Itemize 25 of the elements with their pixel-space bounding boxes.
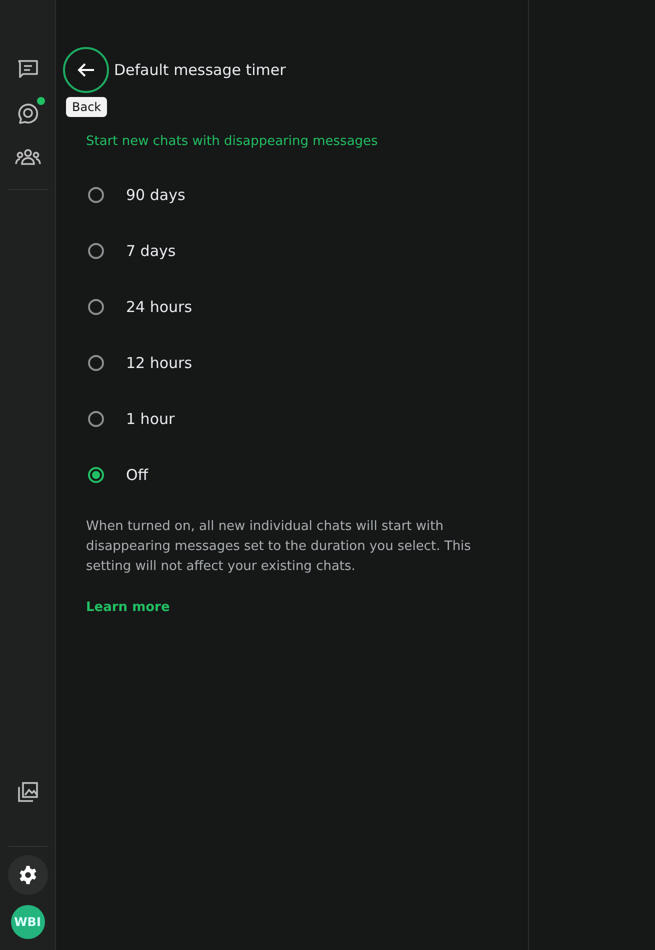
description-text: When turned on, all new individual chats will start with disappearing messages set to the duration you select. This setting will not affect your existing chats. <box>86 518 472 576</box>
back-button[interactable] <box>63 47 109 93</box>
radio-button[interactable] <box>88 187 104 203</box>
page-title: Default message timer <box>114 61 286 79</box>
radio-button[interactable] <box>88 467 104 483</box>
learn-more-link[interactable]: Learn more <box>86 600 170 615</box>
back-arrow-icon <box>77 62 95 78</box>
radio-button[interactable] <box>88 411 104 427</box>
option-label: 90 days <box>126 186 186 204</box>
radio-button[interactable] <box>88 243 104 259</box>
option-label: 12 hours <box>126 354 192 372</box>
people-icon <box>14 148 40 166</box>
option-label: 7 days <box>126 242 176 260</box>
option-label: Off <box>126 466 148 484</box>
chat-list-icon <box>16 59 38 79</box>
status-icon <box>16 102 38 124</box>
back-tooltip: Back <box>66 97 108 117</box>
radio-button[interactable] <box>88 299 104 315</box>
option-label: 24 hours <box>126 298 192 316</box>
option-label: 1 hour <box>126 410 175 428</box>
radio-button[interactable] <box>88 355 104 371</box>
gallery-icon <box>16 781 38 803</box>
settings-nav-button[interactable] <box>8 855 48 895</box>
settings-icon <box>18 865 38 885</box>
section-subtitle: Start new chats with disappearing messages <box>86 134 379 149</box>
